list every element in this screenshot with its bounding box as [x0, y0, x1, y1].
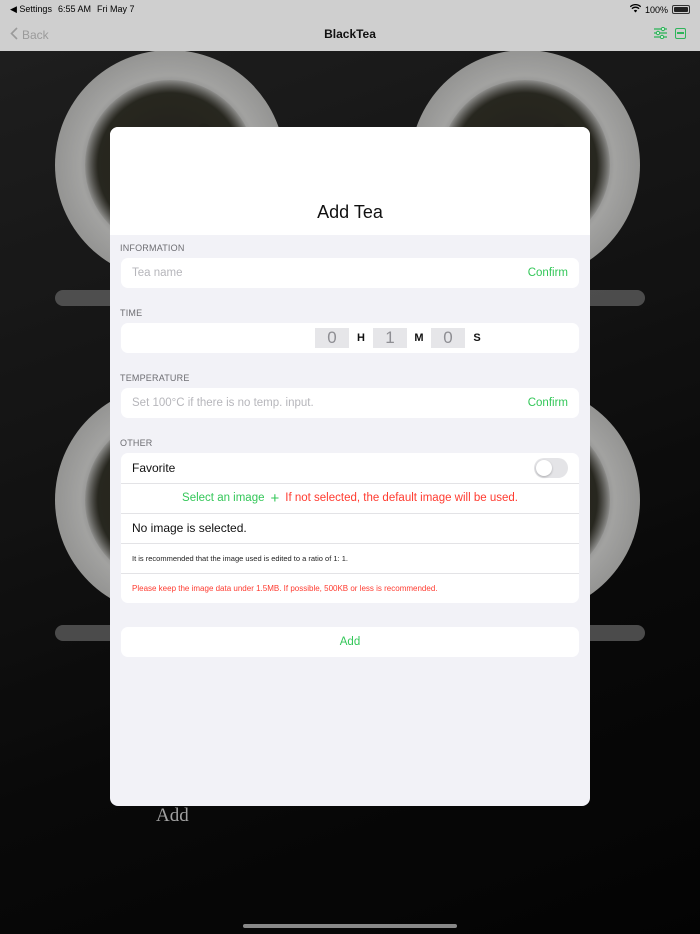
sheet-header: Add Tea — [110, 127, 590, 235]
back-to-app[interactable]: ◀ Settings — [10, 4, 52, 15]
temperature-card: Set 100°C if there is no temp. input. Co… — [121, 388, 579, 418]
minus-box-icon[interactable] — [675, 28, 686, 39]
sliders-icon[interactable] — [654, 26, 667, 42]
minutes-unit: M — [414, 332, 424, 344]
other-section-label: OTHER — [120, 438, 153, 448]
status-time: 6:55 AM — [57, 4, 91, 14]
navigation-bar: Back BlackTea — [0, 18, 700, 51]
add-card: Add — [121, 627, 579, 657]
seconds-picker[interactable]: 0 — [431, 328, 465, 348]
default-image-note: If not selected, the default image will … — [285, 492, 518, 504]
add-tea-button[interactable]: Add — [340, 636, 360, 648]
sheet-title: Add Tea — [317, 202, 383, 222]
hours-unit: H — [357, 332, 365, 344]
tea-name-input[interactable]: Tea name — [132, 267, 528, 279]
other-card: Favorite Select an image + If not select… — [121, 453, 579, 603]
wifi-icon — [629, 3, 642, 15]
tea-name-confirm-button[interactable]: Confirm — [528, 267, 568, 279]
time-section-label: TIME — [120, 308, 143, 318]
plus-icon[interactable]: + — [271, 491, 280, 506]
seconds-unit: S — [473, 332, 481, 344]
home-indicator — [243, 924, 457, 928]
no-image-label: No image is selected. — [132, 521, 247, 535]
hours-picker[interactable]: 0 — [315, 328, 349, 348]
ratio-note: It is recommended that the image used is… — [132, 553, 348, 563]
temperature-input[interactable]: Set 100°C if there is no temp. input. — [132, 397, 528, 409]
information-card: Tea name Confirm — [121, 258, 579, 288]
temperature-confirm-button[interactable]: Confirm — [528, 397, 568, 409]
select-image-button[interactable]: Select an image — [182, 492, 264, 504]
nav-title: BlackTea — [324, 27, 376, 41]
status-date: Fri May 7 — [96, 4, 135, 14]
time-card: 0 H 1 M 0 S — [121, 323, 579, 353]
information-section-label: INFORMATION — [120, 243, 185, 253]
status-bar: ◀ Settings 6:55 AM Fri May 7 100% — [0, 0, 700, 18]
battery-percent: 100% — [644, 4, 668, 15]
temperature-section-label: TEMPERATURE — [120, 373, 190, 383]
favorite-label: Favorite — [132, 461, 176, 475]
favorite-toggle[interactable] — [534, 458, 568, 478]
battery-icon — [672, 5, 690, 14]
size-note: Please keep the image data under 1.5MB. … — [132, 583, 438, 593]
minutes-picker[interactable]: 1 — [373, 328, 407, 348]
add-tea-sheet: Add Tea INFORMATION Tea name Confirm TIM… — [110, 127, 590, 806]
